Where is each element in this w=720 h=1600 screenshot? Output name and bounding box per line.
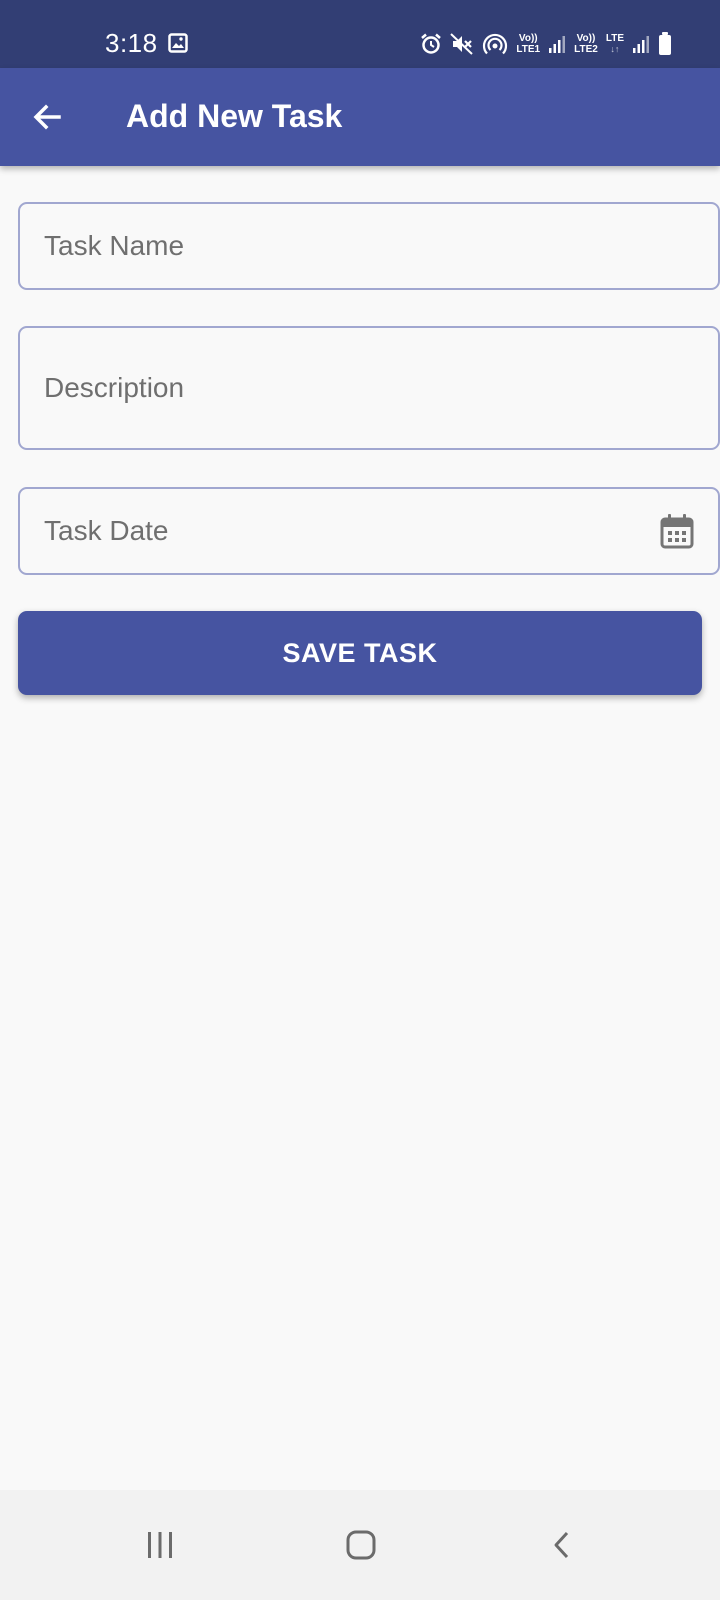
- home-button[interactable]: [321, 1510, 401, 1580]
- navigation-bar: [0, 1490, 720, 1600]
- status-bar: 3:18 Vo)) LTE1 Vo)) LTE2 LTE ↓↑: [0, 0, 720, 68]
- app-bar: Add New Task: [0, 68, 720, 166]
- task-name-field[interactable]: [18, 202, 720, 290]
- hotspot-icon: [483, 33, 508, 55]
- signal-icon: [549, 36, 566, 53]
- sim2-volte-label: Vo)): [576, 33, 596, 44]
- sim1-lte-label: LTE1: [516, 44, 541, 55]
- data-arrows-icon: ↓↑: [610, 44, 620, 54]
- task-name-input[interactable]: [44, 204, 648, 288]
- page-title: Add New Task: [126, 98, 343, 134]
- status-icons: Vo)) LTE1 Vo)) LTE2 LTE ↓↑: [420, 30, 672, 58]
- sim1-volte-label: Vo)): [518, 33, 538, 44]
- nav-back-button[interactable]: [522, 1510, 602, 1580]
- sim1-label: Vo)) LTE1: [516, 33, 540, 55]
- save-task-label: SAVE TASK: [282, 637, 438, 668]
- data-type-label: LTE: [605, 33, 624, 44]
- home-icon: [346, 1530, 376, 1560]
- gallery-icon: [168, 33, 188, 53]
- mute-icon: [450, 33, 474, 55]
- task-date-field[interactable]: [18, 487, 720, 575]
- sim2-label: Vo)) LTE2: [574, 33, 598, 55]
- recent-apps-button[interactable]: [120, 1510, 200, 1580]
- calendar-icon[interactable]: [660, 513, 694, 549]
- battery-icon: [659, 32, 671, 55]
- save-task-button[interactable]: SAVE TASK: [18, 611, 702, 695]
- arrow-left-icon: [33, 104, 61, 130]
- back-icon: [554, 1531, 569, 1559]
- task-date-input[interactable]: [44, 489, 648, 573]
- description-field[interactable]: [18, 326, 720, 450]
- signal-icon-sim2: [633, 36, 649, 53]
- back-button[interactable]: [22, 92, 72, 142]
- description-input[interactable]: [44, 328, 648, 448]
- alarm-icon: [421, 33, 442, 54]
- recent-apps-icon: [148, 1532, 172, 1558]
- sim2-lte-label: LTE2: [574, 44, 598, 55]
- status-time: 3:18: [105, 28, 158, 58]
- data-label: LTE ↓↑: [606, 33, 624, 55]
